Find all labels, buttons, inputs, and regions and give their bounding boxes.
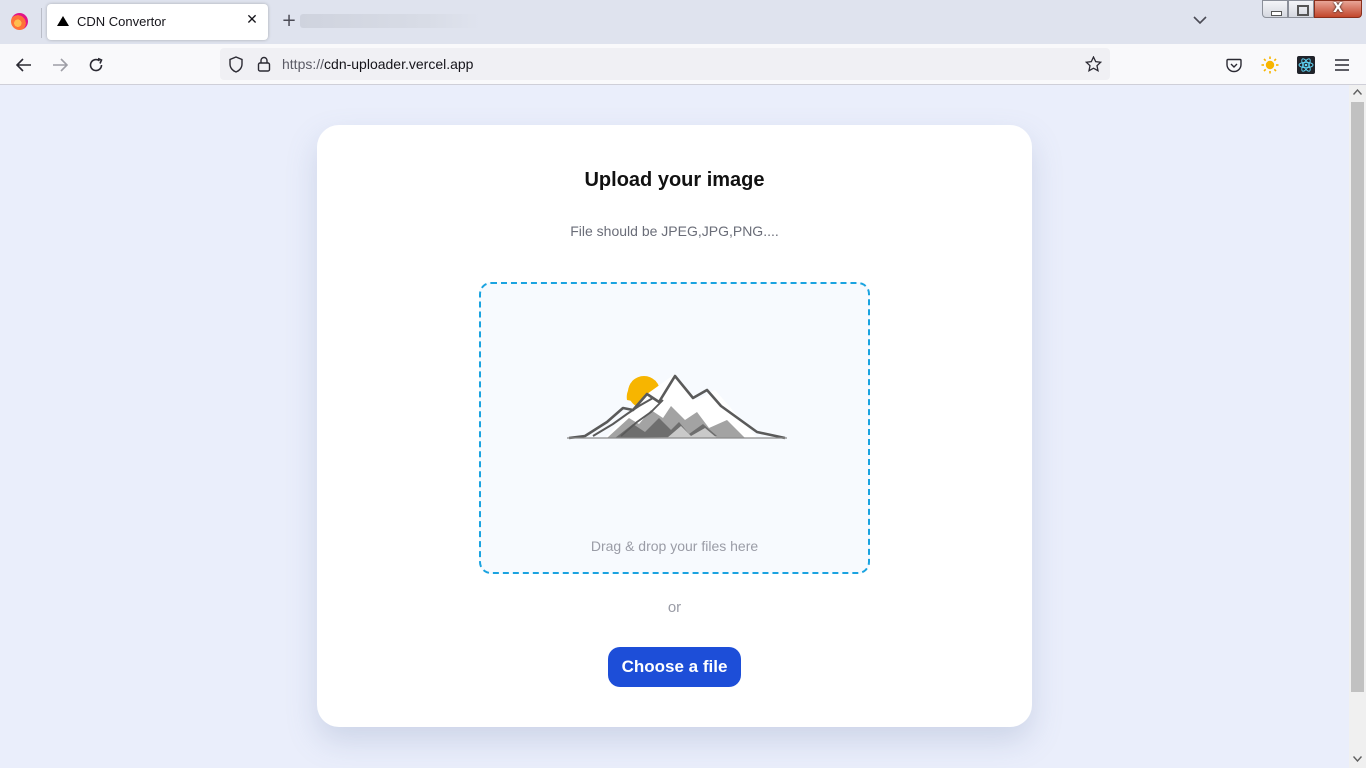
url-host: cdn-uploader.vercel.app	[324, 56, 474, 72]
back-icon	[16, 58, 31, 72]
tab-cdn-convertor[interactable]: CDN Convertor ✕	[47, 4, 268, 40]
window-maximize-button[interactable]	[1288, 0, 1314, 18]
tab-close-icon[interactable]: ✕	[244, 12, 260, 28]
app-menu-button[interactable]	[1329, 52, 1355, 78]
shield-icon[interactable]	[227, 55, 245, 73]
choose-file-button[interactable]: Choose a file	[608, 647, 741, 687]
page-title: Upload your image	[584, 169, 765, 191]
drop-zone[interactable]: Drag & drop your files here	[479, 282, 870, 574]
scroll-up-icon[interactable]	[1349, 85, 1366, 101]
url-text[interactable]: https://cdn-uploader.vercel.app	[282, 56, 473, 72]
list-all-tabs-button[interactable]	[1191, 12, 1209, 30]
close-icon: X	[1332, 1, 1344, 16]
window-close-button[interactable]: X	[1314, 0, 1362, 18]
tab-strip: CDN Convertor ✕ + X	[0, 0, 1366, 44]
url-scheme: https://	[282, 56, 325, 72]
lock-icon[interactable]	[255, 55, 273, 73]
react-devtools-button[interactable]	[1293, 52, 1319, 78]
menu-icon	[1335, 59, 1349, 71]
triangle-icon	[57, 16, 69, 26]
forward-icon	[53, 58, 68, 72]
mountain-sun-icon	[567, 374, 787, 440]
sun-extension-icon	[1261, 56, 1279, 74]
tab-title: CDN Convertor	[77, 14, 166, 29]
url-bar[interactable]: https://cdn-uploader.vercel.app	[220, 48, 1110, 80]
back-button[interactable]	[11, 52, 37, 78]
drop-zone-text: Drag & drop your files here	[590, 538, 759, 554]
file-type-hint: File should be JPEG,JPG,PNG....	[570, 223, 779, 239]
chevron-down-icon	[1193, 16, 1207, 25]
sun-extension-button[interactable]	[1257, 52, 1283, 78]
window-minimize-button[interactable]	[1262, 0, 1288, 18]
pocket-icon	[1226, 58, 1242, 72]
upload-card: Upload your image File should be JPEG,JP…	[317, 125, 1032, 727]
forward-button[interactable]	[47, 52, 73, 78]
pocket-button[interactable]	[1221, 52, 1247, 78]
firefox-logo-icon[interactable]	[11, 13, 28, 30]
react-devtools-icon	[1297, 56, 1315, 74]
reload-icon	[89, 57, 103, 72]
navigation-toolbar: https://cdn-uploader.vercel.app	[0, 44, 1366, 85]
or-separator: or	[667, 599, 682, 616]
scroll-thumb[interactable]	[1351, 102, 1364, 692]
reload-button[interactable]	[83, 52, 109, 78]
page-viewport: Upload your image File should be JPEG,JP…	[0, 85, 1349, 768]
tab-separator	[41, 8, 42, 38]
scroll-down-icon[interactable]	[1349, 752, 1366, 768]
new-tab-button[interactable]: +	[280, 12, 298, 30]
bookmark-star-icon[interactable]	[1084, 55, 1102, 73]
page-scrollbar[interactable]	[1349, 85, 1366, 768]
background-tab[interactable]	[300, 14, 480, 28]
